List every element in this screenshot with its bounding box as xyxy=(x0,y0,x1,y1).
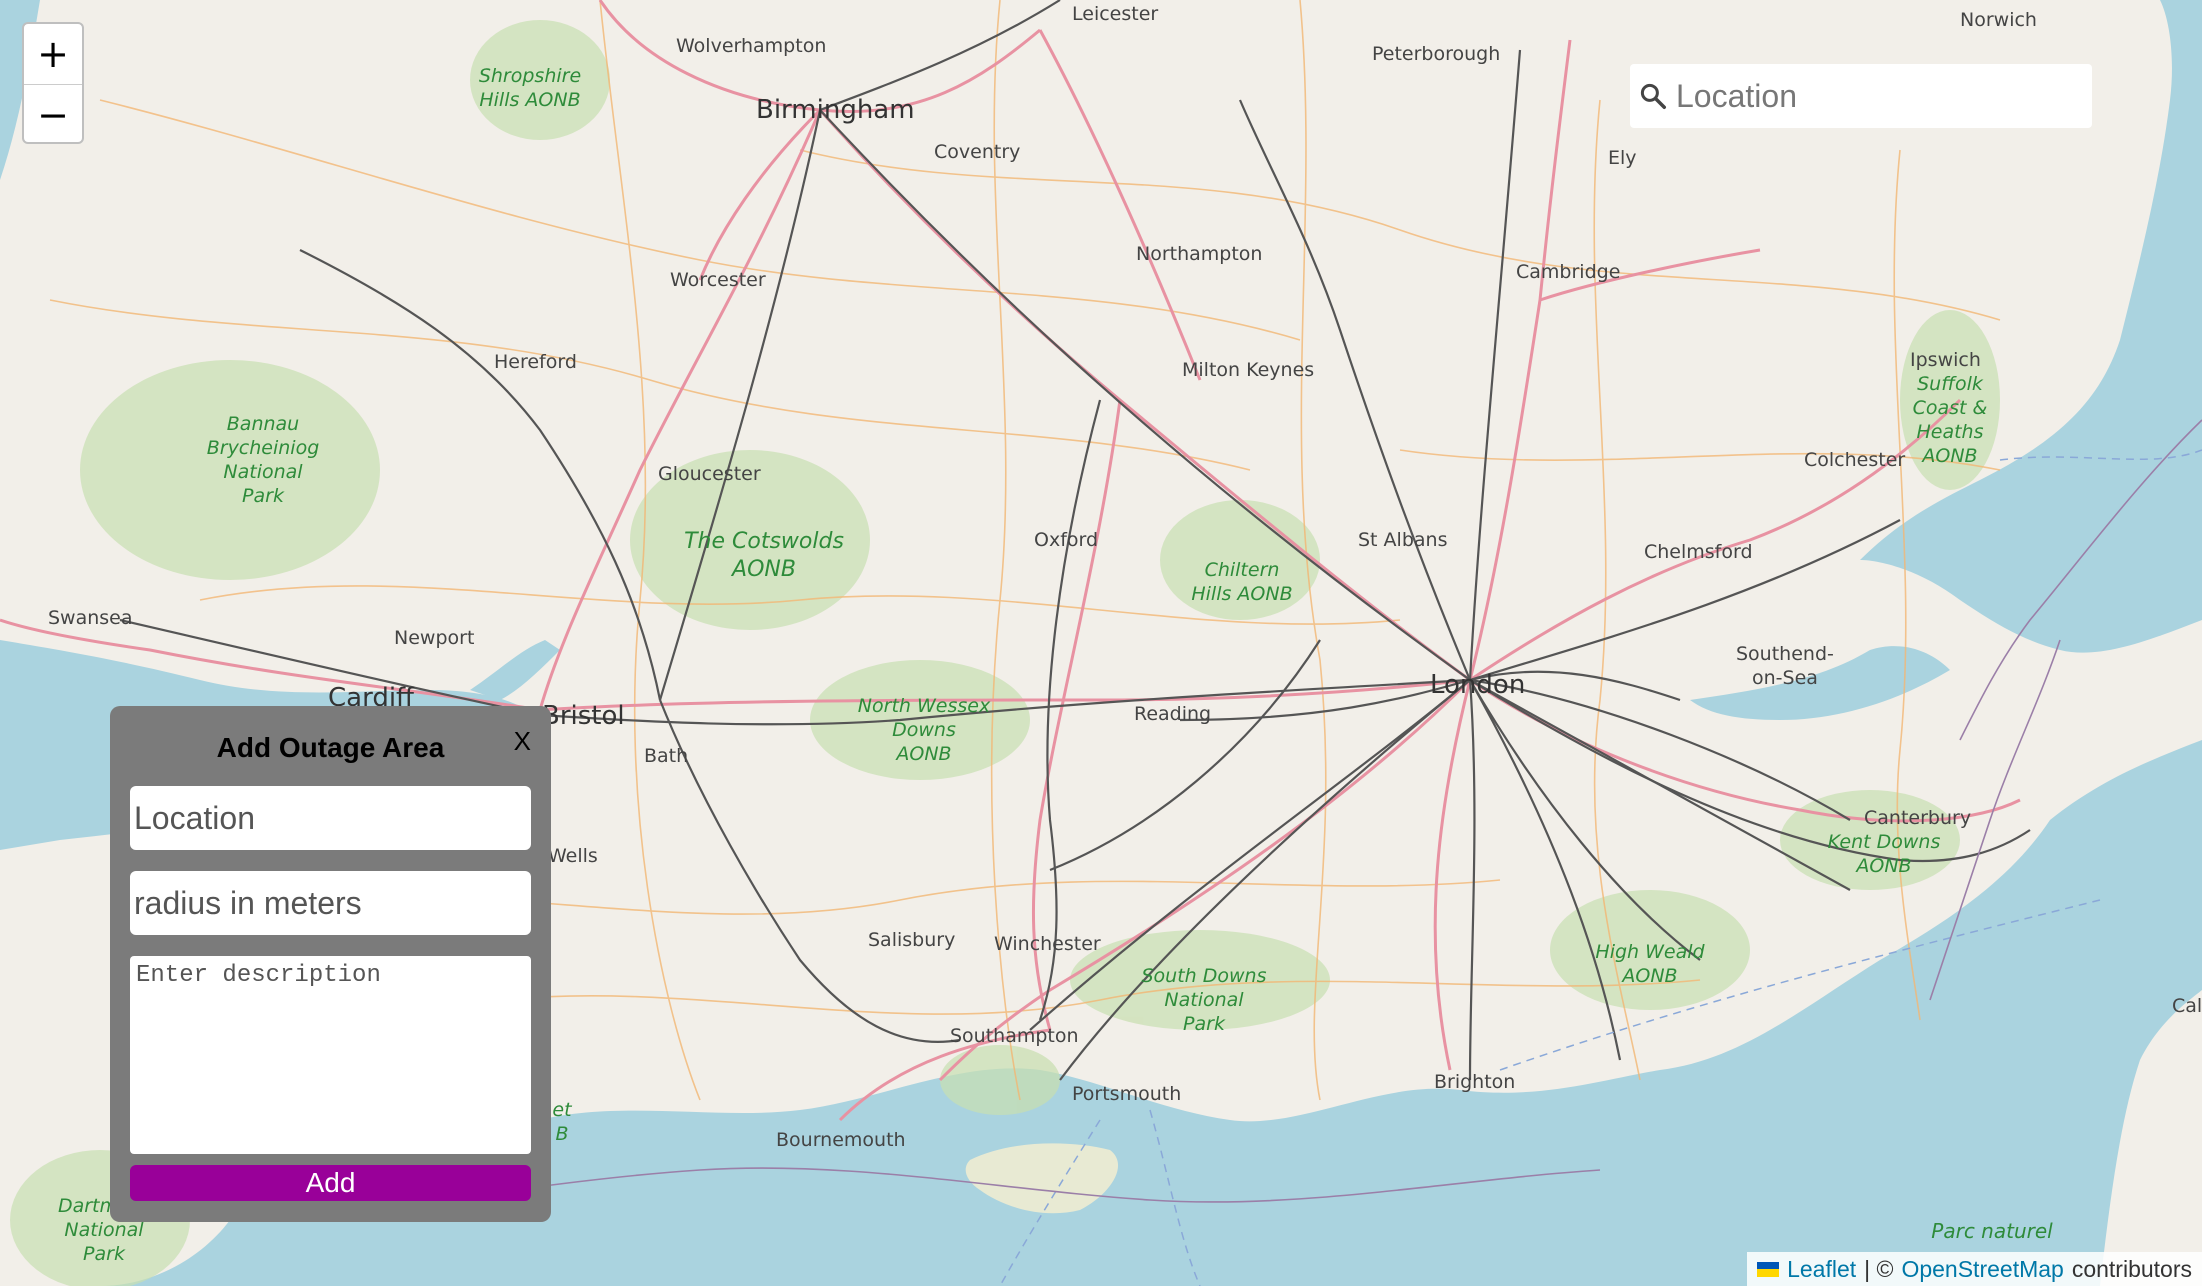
label-worcester: Worcester xyxy=(670,269,766,291)
location-search xyxy=(1630,64,2092,128)
label-london: London xyxy=(1430,670,1525,700)
label-kent-2: AONB xyxy=(1854,855,1911,877)
label-chelmsford: Chelmsford xyxy=(1644,541,1753,563)
label-chiltern-2: Hills AONB xyxy=(1191,583,1292,605)
zoom-out-button[interactable]: − xyxy=(24,84,82,142)
label-suffolk-3: Heaths xyxy=(1916,421,1983,443)
label-wolverhampton: Wolverhampton xyxy=(676,35,826,57)
label-bannau-3: National xyxy=(223,461,303,483)
map-attribution: Leaflet | © OpenStreetMap contributors xyxy=(1747,1252,2202,1286)
label-newport: Newport xyxy=(394,627,474,649)
label-wessex-3: AONB xyxy=(894,743,951,765)
label-wessex-2: Downs xyxy=(892,719,956,741)
label-sdowns-2: National xyxy=(1164,989,1244,1011)
label-gloucester: Gloucester xyxy=(658,463,761,485)
label-suffolk-4: AONB xyxy=(1920,445,1977,467)
openstreetmap-link[interactable]: OpenStreetMap xyxy=(1901,1256,2063,1283)
label-bannau-1: Bannau xyxy=(227,413,299,435)
leaflet-link[interactable]: Leaflet xyxy=(1787,1256,1856,1283)
label-weald-1: High Weald xyxy=(1595,941,1705,963)
label-bristol: Bristol xyxy=(542,701,625,731)
radius-input[interactable] xyxy=(130,871,531,935)
label-parc-naturel: Parc naturel xyxy=(1931,1219,2053,1243)
label-sdowns-1: South Downs xyxy=(1142,965,1267,987)
label-bannau-2: Brycheiniog xyxy=(207,437,320,459)
label-brighton: Brighton xyxy=(1434,1071,1515,1093)
label-colchester: Colchester xyxy=(1804,449,1905,471)
label-hereford: Hereford xyxy=(494,351,577,373)
label-salisbury: Salisbury xyxy=(868,929,955,951)
label-bannau-4: Park xyxy=(242,485,285,507)
label-dartmoor-3: Park xyxy=(83,1243,126,1265)
label-ely: Ely xyxy=(1608,147,1637,169)
label-reading: Reading xyxy=(1134,703,1211,725)
label-shropshire-1: Shropshire xyxy=(479,65,581,87)
label-cal: Cal xyxy=(2172,995,2202,1017)
label-shropshire-2: Hills AONB xyxy=(479,89,580,111)
search-input[interactable] xyxy=(1674,76,2078,116)
add-button[interactable]: Add xyxy=(130,1165,531,1201)
label-southampton: Southampton xyxy=(950,1025,1079,1047)
label-winchester: Winchester xyxy=(994,933,1101,955)
label-suffolk-2: Coast & xyxy=(1913,397,1988,419)
label-ipswich: Ipswich xyxy=(1910,349,1981,371)
add-outage-panel: Add Outage Area X Add xyxy=(110,706,551,1222)
label-chiltern-1: Chiltern xyxy=(1205,559,1280,581)
label-southend-2: on-Sea xyxy=(1752,667,1818,689)
label-weald-2: AONB xyxy=(1620,965,1677,987)
zoom-control: + − xyxy=(22,22,84,144)
label-et: et xyxy=(552,1099,573,1121)
label-suffolk-1: Suffolk xyxy=(1917,373,1984,395)
label-portsmouth: Portsmouth xyxy=(1072,1083,1181,1105)
label-sdowns-3: Park xyxy=(1183,1013,1226,1035)
label-cotswolds-1: The Cotswolds xyxy=(684,529,844,554)
label-coventry: Coventry xyxy=(934,141,1020,163)
label-swansea: Swansea xyxy=(48,607,133,629)
label-bath: Bath xyxy=(644,745,688,767)
attribution-separator: | © xyxy=(1864,1255,1894,1282)
label-st-albans: St Albans xyxy=(1358,529,1447,551)
label-dartmoor-2: National xyxy=(64,1219,144,1241)
label-canterbury: Canterbury xyxy=(1864,807,1971,829)
location-input[interactable] xyxy=(130,786,531,850)
description-textarea[interactable] xyxy=(130,956,531,1154)
label-cotswolds-2: AONB xyxy=(730,557,796,582)
panel-title: Add Outage Area xyxy=(216,732,445,763)
close-button[interactable]: X xyxy=(514,726,531,757)
ukraine-flag-icon xyxy=(1757,1261,1780,1277)
search-icon xyxy=(1640,83,1666,109)
attribution-contributors: contributors xyxy=(2071,1255,2192,1282)
label-northampton: Northampton xyxy=(1136,243,1262,265)
label-wessex-1: North Wessex xyxy=(858,695,991,717)
label-wells: Wells xyxy=(548,845,598,867)
label-cambridge: Cambridge xyxy=(1516,261,1620,283)
zoom-in-button[interactable]: + xyxy=(24,24,82,84)
label-leicester: Leicester xyxy=(1072,3,1158,25)
label-birmingham: Birmingham xyxy=(756,95,915,125)
label-southend: Southend- xyxy=(1736,643,1834,665)
label-norwich: Norwich xyxy=(1960,9,2037,31)
label-oxford: Oxford xyxy=(1034,529,1098,551)
label-bournemouth: Bournemouth xyxy=(776,1129,906,1151)
label-b: B xyxy=(555,1123,568,1145)
label-milton-keynes: Milton Keynes xyxy=(1182,359,1314,381)
label-kent-1: Kent Downs xyxy=(1828,831,1941,853)
label-peterborough: Peterborough xyxy=(1372,43,1500,65)
